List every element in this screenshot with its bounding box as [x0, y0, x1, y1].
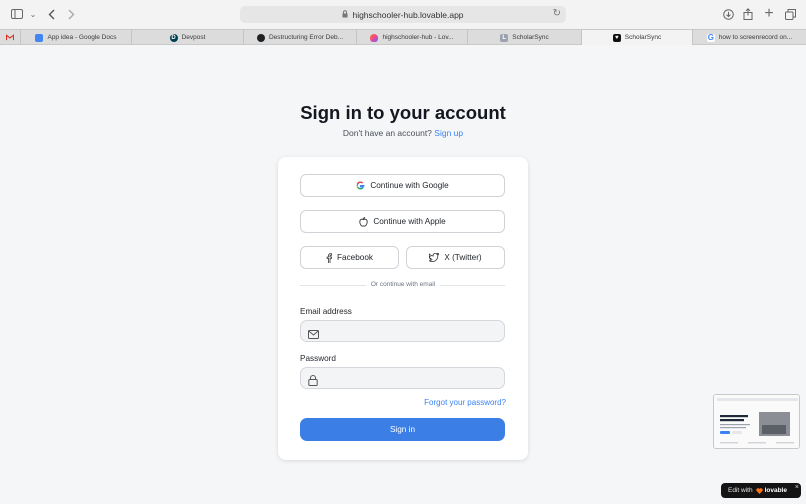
address-bar[interactable]: highschooler-hub.lovable.app ↻ [240, 6, 566, 23]
mail-icon [308, 326, 319, 344]
share-icon[interactable] [741, 6, 755, 22]
apple-button-label: Continue with Apple [373, 217, 446, 226]
google-docs-icon [35, 33, 44, 42]
sign-up-link[interactable]: Sign up [434, 128, 463, 138]
lock-icon [342, 9, 348, 20]
twitter-icon [429, 253, 440, 262]
sign-in-button[interactable]: Sign in [300, 418, 505, 441]
devpost-icon: D [169, 33, 178, 42]
no-account-text: Don't have an account? [342, 128, 432, 138]
page-title: Sign in to your account [300, 102, 506, 123]
facebook-icon [326, 252, 333, 263]
sign-in-card: Continue with Google Continue with Apple… [278, 157, 528, 460]
google-sign-in-button[interactable]: Continue with Google [300, 174, 505, 197]
password-field[interactable] [300, 367, 505, 389]
page: Sign in to your account Don't have an ac… [0, 45, 806, 504]
tab-label: how to screenrecord on... [718, 34, 793, 41]
google-icon [356, 181, 365, 190]
lock-icon [308, 373, 318, 391]
facebook-sign-in-button[interactable]: Facebook [300, 246, 399, 269]
forgot-password-link[interactable]: Forgot your password? [424, 398, 506, 407]
tab-devpost[interactable]: D Devpost [132, 30, 244, 45]
preview-thumbnail[interactable] [713, 394, 800, 449]
twitter-button-label: X (Twitter) [444, 253, 482, 262]
tab-scholarsync-1[interactable]: L ScholarSync [468, 30, 582, 45]
tab-label: App idea - Google Docs [47, 34, 117, 41]
download-icon[interactable] [721, 6, 735, 22]
tab-scholarsync-2[interactable]: ♥ ScholarSync [582, 30, 693, 45]
password-input[interactable] [325, 371, 500, 385]
email-label: Email address [300, 307, 352, 316]
divider-label: Or continue with email [278, 281, 528, 288]
chevron-down-icon[interactable]: ⌄ [28, 6, 38, 22]
badge-brand: lovable [764, 487, 787, 494]
tab-overview-icon[interactable] [783, 6, 797, 22]
close-icon[interactable]: × [795, 484, 799, 491]
tab-label: Destructuring Error Deb... [268, 34, 344, 41]
apple-icon [359, 216, 368, 227]
url-text: highschooler-hub.lovable.app [352, 9, 464, 20]
sign-up-prompt: Don't have an account? Sign up [0, 128, 806, 138]
email-input[interactable] [325, 324, 500, 338]
new-tab-icon[interactable]: + [762, 5, 776, 22]
badge-prefix: Edit with [728, 487, 753, 494]
edit-with-lovable-badge[interactable]: Edit with lovable × [721, 483, 801, 498]
browser-toolbar: ⌄ highschooler-hub.lovable.app ↻ + [0, 0, 806, 29]
password-label: Password [300, 354, 336, 363]
tab-label: highschooler-hub - Lov... [382, 34, 454, 41]
facebook-button-label: Facebook [337, 253, 373, 262]
tab-gmail[interactable] [0, 30, 21, 45]
tab-strip: App idea - Google Docs D Devpost Destruc… [0, 29, 806, 45]
tab-label: ScholarSync [624, 34, 662, 41]
tab-google-docs[interactable]: App idea - Google Docs [21, 30, 132, 45]
back-icon[interactable] [45, 6, 57, 22]
email-field[interactable] [300, 320, 505, 342]
lovable-icon [370, 33, 379, 42]
s-letter-icon: L [500, 33, 509, 42]
google-button-label: Continue with Google [370, 181, 449, 190]
sidebar-toggle-icon[interactable] [10, 6, 24, 22]
apple-sign-in-button[interactable]: Continue with Apple [300, 210, 505, 233]
tab-google-search[interactable]: G how to screenrecord on... [693, 30, 806, 45]
forward-icon[interactable] [65, 6, 77, 22]
reload-icon[interactable]: ↻ [553, 8, 561, 19]
twitter-sign-in-button[interactable]: X (Twitter) [406, 246, 505, 269]
lovable-heart-icon [755, 487, 763, 494]
gmail-icon [6, 34, 14, 42]
tab-label: Devpost [181, 34, 206, 41]
heart-icon: ♥ [612, 33, 621, 42]
chatgpt-icon [256, 33, 265, 42]
tab-lovable[interactable]: highschooler-hub - Lov... [357, 30, 468, 45]
google-icon: G [706, 33, 715, 42]
tab-label: ScholarSync [512, 34, 549, 41]
tab-chatgpt[interactable]: Destructuring Error Deb... [244, 30, 357, 45]
